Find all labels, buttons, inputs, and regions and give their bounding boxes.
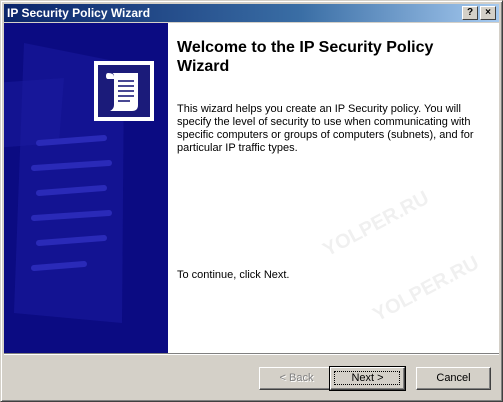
title-bar[interactable]: IP Security Policy Wizard ? × [4,4,499,22]
wizard-content: YOLPER.RU YOLPER.RU Welcome to the IP Se… [168,23,499,353]
window-title: IP Security Policy Wizard [7,6,151,20]
help-icon: ? [466,7,474,18]
wizard-banner [4,23,168,353]
description-text: This wizard helps you create an IP Secur… [177,103,474,154]
cancel-button[interactable]: Cancel [416,367,491,390]
wizard-window: IP Security Policy Wizard ? × YOLPER.RU … [0,0,503,402]
scroll-document-icon [106,73,138,111]
continue-instruction: To continue, click Next. [177,269,290,281]
help-button[interactable]: ? [462,6,478,20]
wizard-logo [94,61,154,121]
back-button-label: < Back [279,372,314,384]
next-button[interactable]: Next > [329,366,406,391]
next-button-label: Next > [351,372,384,384]
close-button[interactable]: × [480,6,496,20]
close-icon: × [485,7,491,18]
cancel-button-label: Cancel [436,372,471,384]
logo-background [98,65,150,117]
button-divider [4,353,499,355]
back-button[interactable]: < Back [259,367,334,390]
watermark: YOLPER.RU [319,186,433,262]
watermark: YOLPER.RU [369,251,483,327]
page-title: Welcome to the IP Security Policy Wizard [177,39,434,75]
